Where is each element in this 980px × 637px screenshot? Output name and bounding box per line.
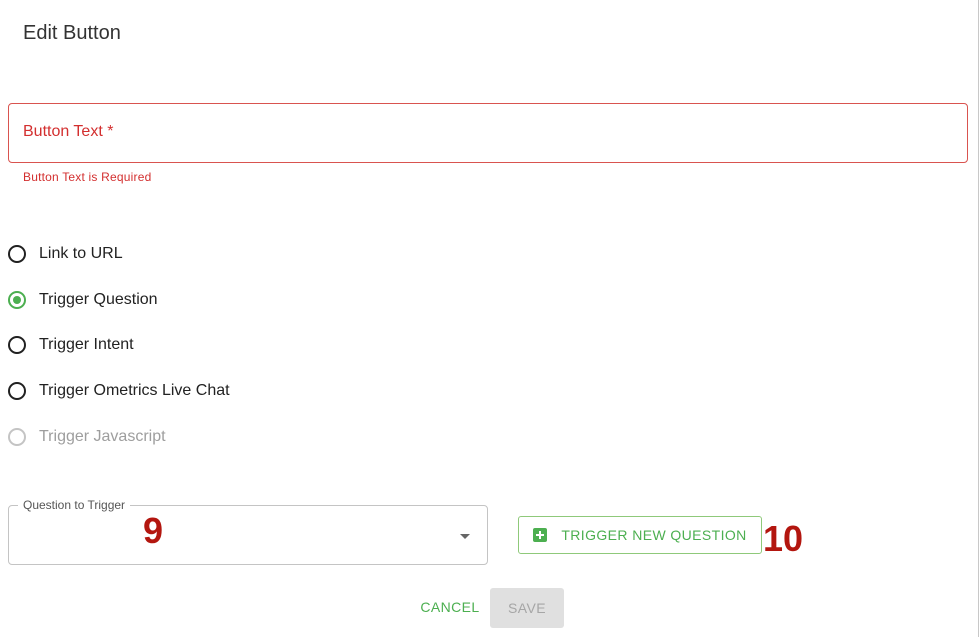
radio-label: Trigger Intent [39,336,134,353]
question-to-trigger-select[interactable]: Question to Trigger [8,498,488,565]
cancel-button[interactable]: CANCEL [412,588,488,626]
save-button: SAVE [490,588,564,628]
trigger-new-question-label: TRIGGER NEW QUESTION [561,527,747,543]
button-text-error: Button Text is Required [23,170,152,184]
radio-label: Trigger Question [39,291,158,308]
radio-label: Trigger Javascript [39,428,166,445]
radio-checked-icon[interactable] [8,291,26,309]
annotation-marker-9: 9 [143,510,164,551]
button-text-label: Button Text * [23,123,114,140]
radio-icon[interactable] [8,336,26,354]
radio-label: Trigger Ometrics Live Chat [39,382,230,399]
annotation-marker-10: 10 [763,518,804,559]
add-box-icon [533,528,548,542]
radio-label: Link to URL [39,245,123,262]
radio-trigger-live-chat[interactable]: Trigger Ometrics Live Chat [8,382,230,400]
radio-icon[interactable] [8,245,26,263]
dropdown-arrow-icon[interactable] [460,534,470,539]
radio-trigger-question[interactable]: Trigger Question [8,291,158,309]
radio-trigger-intent[interactable]: Trigger Intent [8,336,134,354]
button-text-field[interactable]: Button Text * [8,103,968,163]
radio-disabled-icon [8,428,26,446]
edit-button-dialog: Edit Button Button Text * Button Text is… [0,0,979,637]
trigger-new-question-button[interactable]: TRIGGER NEW QUESTION [518,516,762,554]
radio-link-to-url[interactable]: Link to URL [8,245,123,263]
radio-trigger-javascript: Trigger Javascript [8,428,166,446]
question-select-label: Question to Trigger [18,498,131,512]
radio-icon[interactable] [8,382,26,400]
dialog-title: Edit Button [23,22,121,44]
